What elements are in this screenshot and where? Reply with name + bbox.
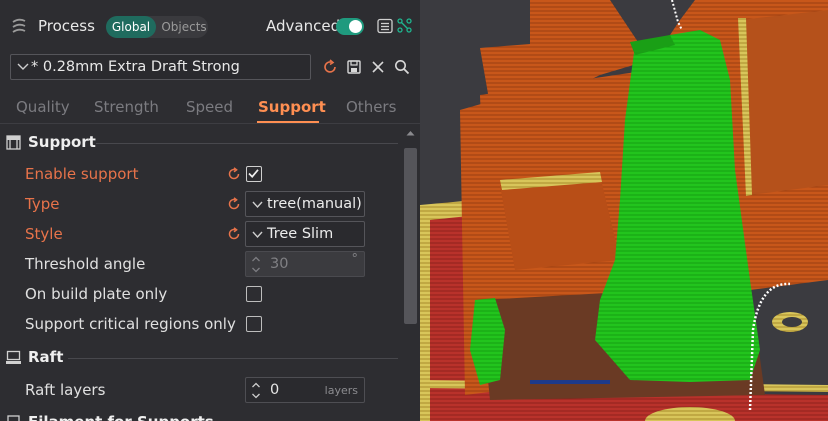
hierarchy-icon[interactable]: [397, 18, 412, 33]
section-divider: [96, 143, 398, 144]
preset-name: * 0.28mm Extra Draft Strong: [31, 59, 240, 75]
reset-icon[interactable]: [227, 167, 241, 181]
raft-layers-value: 0: [270, 382, 280, 398]
compare-list-icon[interactable]: [377, 18, 393, 34]
sliced-model-render: [420, 0, 828, 421]
threshold-angle-value: 30: [270, 256, 289, 272]
reset-preset-icon[interactable]: [322, 59, 338, 75]
filament-section-title: Filament for Supports: [28, 413, 214, 421]
raft-layers-input[interactable]: 0 layers: [245, 377, 365, 403]
process-icon: [12, 18, 26, 33]
close-icon[interactable]: [370, 59, 386, 75]
tab-strength[interactable]: Strength: [94, 98, 159, 116]
support-type-label: Type: [25, 195, 60, 213]
mode-objects-button[interactable]: Objects: [160, 16, 208, 38]
search-icon[interactable]: [394, 59, 410, 75]
critical-regions-checkbox[interactable]: [246, 316, 262, 332]
advanced-label: Advanced: [266, 17, 341, 35]
threshold-angle-unit: °: [351, 252, 359, 267]
threshold-angle-label: Threshold angle: [25, 255, 146, 273]
filament-section-icon: [7, 415, 20, 421]
enable-support-label: Enable support: [25, 165, 139, 183]
reset-icon[interactable]: [227, 227, 241, 241]
3d-preview-viewport[interactable]: [420, 0, 828, 421]
raft-layers-label: Raft layers: [25, 381, 106, 399]
scrollbar-thumb[interactable]: [404, 148, 417, 324]
raft-section-title: Raft: [28, 348, 64, 366]
support-style-label: Style: [25, 225, 63, 243]
build-plate-only-checkbox[interactable]: [246, 286, 262, 302]
support-section-title: Support: [28, 133, 96, 151]
save-icon[interactable]: [346, 59, 362, 75]
section-divider: [68, 358, 398, 359]
mode-global-button[interactable]: Global: [106, 16, 156, 38]
tabs-divider: [0, 123, 420, 124]
support-type-value: tree(manual): [267, 196, 362, 212]
chevron-down-icon: [252, 231, 263, 239]
enable-support-checkbox[interactable]: [246, 166, 262, 182]
spinner-arrows-icon[interactable]: [251, 381, 261, 400]
scroll-up-icon[interactable]: [406, 130, 415, 136]
process-header: Process Global Objects Advanced: [0, 0, 420, 50]
tab-quality[interactable]: Quality: [16, 98, 70, 116]
support-style-select[interactable]: Tree Slim: [245, 221, 365, 247]
preset-selector[interactable]: * 0.28mm Extra Draft Strong: [10, 54, 311, 80]
critical-regions-label: Support critical regions only: [25, 315, 236, 333]
checkmark-icon: [248, 169, 259, 178]
build-plate-only-label: On build plate only: [25, 285, 168, 303]
support-style-value: Tree Slim: [267, 226, 334, 242]
support-section-icon: [6, 135, 21, 150]
chevron-down-icon: [252, 201, 263, 209]
raft-layers-unit: layers: [324, 384, 358, 397]
threshold-angle-input[interactable]: 30 °: [245, 251, 365, 277]
process-panel: Process Global Objects Advanced * 0.28mm…: [0, 0, 420, 421]
tab-others[interactable]: Others: [346, 98, 396, 116]
mode-switch: Global Objects: [106, 16, 208, 38]
advanced-toggle[interactable]: [336, 18, 364, 35]
process-title: Process: [38, 17, 95, 35]
raft-section-icon: [6, 350, 21, 364]
chevron-down-icon: [17, 63, 29, 70]
tab-speed[interactable]: Speed: [186, 98, 233, 116]
reset-icon[interactable]: [227, 197, 241, 211]
tab-support[interactable]: Support: [258, 98, 326, 116]
spinner-arrows-icon: [252, 256, 260, 273]
support-type-select[interactable]: tree(manual): [245, 191, 365, 217]
